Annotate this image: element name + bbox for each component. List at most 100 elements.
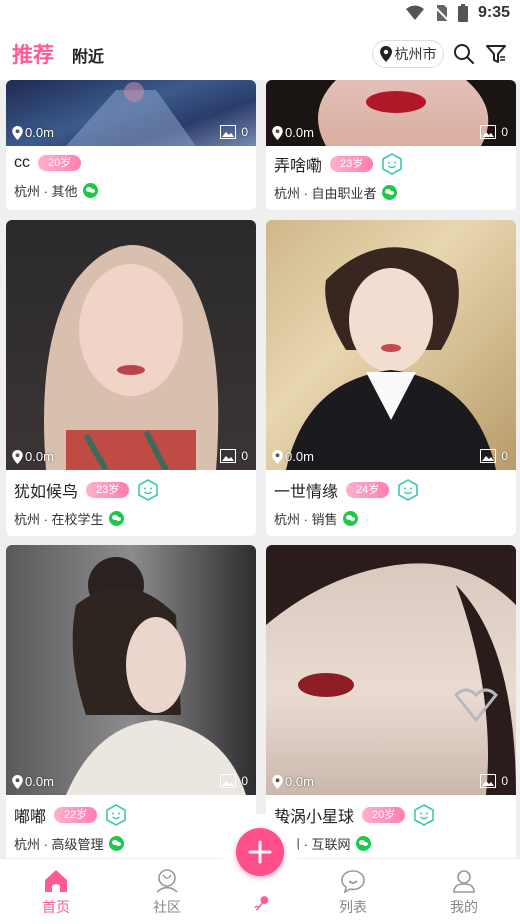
user-name: 弄啥嘞 <box>274 158 323 175</box>
distance-label: 0.0m <box>272 125 314 140</box>
user-name: cc <box>14 154 30 171</box>
nav-center <box>232 893 292 917</box>
nav-mine[interactable]: 我的 <box>434 867 494 917</box>
distance-text: 0.0m <box>285 449 314 464</box>
city-occupation: 杭州 · 其他 <box>14 184 78 199</box>
verified-face-icon <box>382 153 403 175</box>
user-photo[interactable]: 0.0m 0 <box>266 80 516 146</box>
nav-list[interactable]: 列表 <box>323 867 383 917</box>
user-card[interactable]: 0.0m 0 一世情缘 24岁 杭州 · 销售 <box>266 220 516 536</box>
info-row: 杭州 · 自由职业者 <box>274 183 397 202</box>
age-badge: 23岁 <box>86 482 130 498</box>
nav-community[interactable]: 社区 <box>137 867 197 917</box>
rose-icon <box>254 896 269 911</box>
info-row: 杭州 · 其他 <box>14 181 98 200</box>
distance-text: 0.0m <box>285 774 314 789</box>
photo-illustration <box>44 245 219 470</box>
nav-community-label: 社区 <box>153 899 181 915</box>
city-occupation: 杭州 · 自由职业者 <box>274 186 377 201</box>
clock: 9:35 <box>477 4 510 21</box>
user-photo[interactable]: 0.0m 0 <box>6 545 256 795</box>
search-icon[interactable] <box>452 42 476 66</box>
name-row: 蛰涡小星球 20岁 <box>274 803 435 827</box>
age-badge: 22岁 <box>54 807 98 823</box>
info-row: 杭州 · 高级管理 <box>14 834 124 853</box>
tab-recommend[interactable]: 推荐 <box>12 39 54 69</box>
photo-count-text: 0 <box>241 125 248 139</box>
distance-text: 0.0m <box>25 774 54 789</box>
city-selector[interactable]: 杭州市 <box>372 40 444 68</box>
location-pin-icon <box>272 125 283 140</box>
wechat-icon <box>355 836 371 851</box>
plus-icon <box>248 840 272 864</box>
photo-illustration <box>286 247 496 470</box>
user-card[interactable]: 0.0m 0 蛰涡小星球 20岁 杭州 · 互联网 <box>266 545 516 861</box>
image-icon <box>480 449 497 463</box>
add-post-button[interactable] <box>236 828 284 876</box>
name-row: 嘟嘟 22岁 <box>14 803 127 827</box>
no-sim-icon <box>433 5 448 21</box>
battery-icon <box>457 4 468 22</box>
photo-count-text: 0 <box>501 449 508 463</box>
status-icons: 9:35 <box>405 4 510 22</box>
verified-face-icon <box>106 804 127 826</box>
wechat-icon <box>82 183 98 198</box>
nav-mine-label: 我的 <box>450 899 478 915</box>
distance-label: 0.0m <box>272 449 314 464</box>
photo-count: 0 <box>220 774 248 788</box>
user-photo[interactable]: 0.0m 0 <box>6 220 256 470</box>
distance-text: 0.0m <box>25 125 54 140</box>
city-occupation: 杭州 · 在校学生 <box>14 512 104 527</box>
photo-count: 0 <box>220 125 248 139</box>
image-icon <box>480 774 497 788</box>
info-row: 杭州 · 销售 <box>274 509 358 528</box>
location-pin-icon <box>272 449 283 464</box>
wechat-icon <box>342 511 358 526</box>
photo-count: 0 <box>480 774 508 788</box>
photo-count: 0 <box>480 125 508 139</box>
image-icon <box>220 449 237 463</box>
tab-nearby[interactable]: 附近 <box>72 43 104 67</box>
distance-label: 0.0m <box>272 774 314 789</box>
filter-icon[interactable] <box>484 42 508 66</box>
user-name: 一世情缘 <box>274 484 339 501</box>
name-row: 犹如候鸟 23岁 <box>14 478 159 502</box>
photo-count: 0 <box>220 449 248 463</box>
status-bar: 9:35 <box>0 0 520 28</box>
name-row: 一世情缘 24岁 <box>274 478 419 502</box>
user-photo[interactable]: 0.0m 0 <box>6 80 256 146</box>
photo-count-text: 0 <box>501 774 508 788</box>
image-icon <box>480 125 497 139</box>
info-row: 杭州 · 在校学生 <box>14 509 124 528</box>
name-row: cc 20岁 <box>14 154 82 172</box>
age-badge: 20岁 <box>362 807 406 823</box>
wechat-icon <box>108 511 124 526</box>
user-photo[interactable]: 0.0m 0 <box>266 220 516 470</box>
profile-icon <box>453 870 475 893</box>
user-card[interactable]: 0.0m 0 cc 20岁 杭州 · 其他 <box>6 80 256 210</box>
age-badge: 23岁 <box>330 156 374 172</box>
user-card[interactable]: 0.0m 0 犹如候鸟 23岁 杭州 · 在校学生 <box>6 220 256 536</box>
city-occupation: 杭州 · 销售 <box>274 512 338 527</box>
age-badge: 24岁 <box>346 482 390 498</box>
photo-count-text: 0 <box>501 125 508 139</box>
location-pin-icon <box>12 449 23 464</box>
user-card[interactable]: 0.0m 0 嘟嘟 22岁 杭州 · 高级管理 <box>6 545 256 861</box>
distance-label: 0.0m <box>12 774 54 789</box>
distance-label: 0.0m <box>12 449 54 464</box>
user-photo[interactable]: 0.0m 0 <box>266 545 516 795</box>
verified-face-icon <box>398 479 419 501</box>
nav-home-label: 首页 <box>42 899 70 915</box>
community-icon <box>156 869 178 893</box>
top-header: 推荐 附近 杭州市 <box>0 28 520 80</box>
image-icon <box>220 774 237 788</box>
verified-face-icon <box>138 479 159 501</box>
wifi-icon <box>405 5 424 20</box>
nav-home[interactable]: 首页 <box>26 867 86 917</box>
distance-text: 0.0m <box>25 449 54 464</box>
photo-illustration <box>266 545 516 795</box>
location-pin-icon <box>272 774 283 789</box>
photo-count-text: 0 <box>241 774 248 788</box>
user-card[interactable]: 0.0m 0 弄啥嘞 23岁 杭州 · 自由职业者 <box>266 80 516 210</box>
photo-count-text: 0 <box>241 449 248 463</box>
